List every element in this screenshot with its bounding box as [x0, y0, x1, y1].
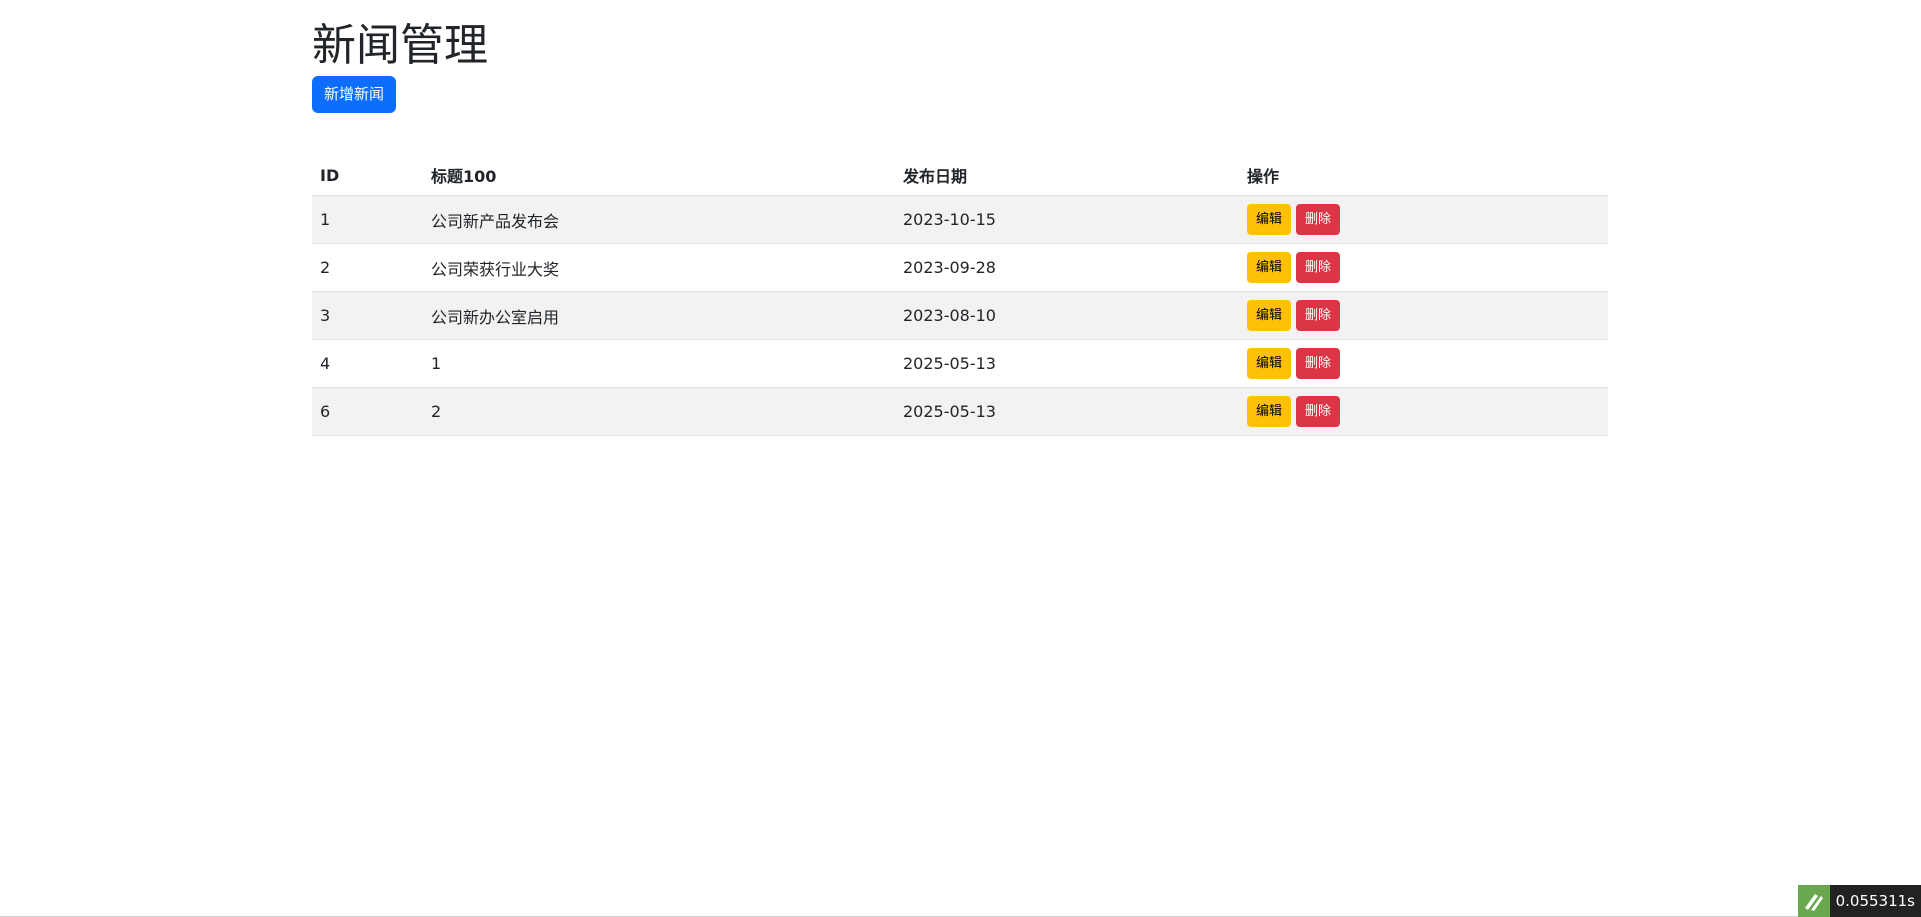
- add-news-button[interactable]: 新增新闻: [312, 76, 397, 113]
- delete-button[interactable]: 删除: [1296, 396, 1341, 427]
- edit-button[interactable]: 编辑: [1247, 204, 1292, 235]
- edit-button[interactable]: 编辑: [1247, 300, 1292, 331]
- cell-title: 2: [423, 387, 895, 436]
- table-header-row: ID 标题100 发布日期 操作: [312, 155, 1608, 196]
- table-row: 3 公司新办公室启用 2023-08-10 编辑 删除: [312, 291, 1608, 340]
- main-container: 新闻管理 新增新闻 ID 标题100 发布日期 操作 1 公司新产品发布会 20…: [312, 20, 1608, 436]
- cell-date: 2023-09-28: [895, 243, 1239, 292]
- page: 新闻管理 新增新闻 ID 标题100 发布日期 操作 1 公司新产品发布会 20…: [0, 0, 1921, 917]
- debug-runtime[interactable]: 0.055311s: [1829, 885, 1921, 917]
- cell-title: 公司新产品发布会: [423, 195, 895, 244]
- cell-actions: 编辑 删除: [1239, 339, 1608, 388]
- delete-button[interactable]: 删除: [1296, 204, 1341, 235]
- thinkphp-logo-icon[interactable]: [1797, 885, 1830, 917]
- delete-button[interactable]: 删除: [1296, 348, 1341, 379]
- edit-button[interactable]: 编辑: [1247, 252, 1292, 283]
- header-actions: 操作: [1239, 155, 1608, 196]
- news-table: ID 标题100 发布日期 操作 1 公司新产品发布会 2023-10-15 编…: [312, 155, 1608, 436]
- cell-id: 4: [312, 339, 423, 388]
- cell-title: 公司荣获行业大奖: [423, 243, 895, 292]
- delete-button[interactable]: 删除: [1296, 252, 1341, 283]
- header-title: 标题100: [423, 155, 895, 196]
- page-title: 新闻管理: [312, 20, 488, 71]
- table-row: 2 公司荣获行业大奖 2023-09-28 编辑 删除: [312, 243, 1608, 292]
- table-row: 4 1 2025-05-13 编辑 删除: [312, 339, 1608, 388]
- cell-actions: 编辑 删除: [1239, 243, 1608, 292]
- cell-actions: 编辑 删除: [1239, 387, 1608, 436]
- cell-date: 2023-08-10: [895, 291, 1239, 340]
- delete-button[interactable]: 删除: [1296, 300, 1341, 331]
- cell-date: 2025-05-13: [895, 387, 1239, 436]
- cell-id: 2: [312, 243, 423, 292]
- cell-title: 公司新办公室启用: [423, 291, 895, 340]
- cell-id: 6: [312, 387, 423, 436]
- cell-id: 3: [312, 291, 423, 340]
- cell-date: 2025-05-13: [895, 339, 1239, 388]
- cell-title: 1: [423, 339, 895, 388]
- edit-button[interactable]: 编辑: [1247, 396, 1292, 427]
- cell-actions: 编辑 删除: [1239, 195, 1608, 244]
- debug-trace-bar[interactable]: 0.055311s: [1797, 885, 1921, 917]
- table-row: 1 公司新产品发布会 2023-10-15 编辑 删除: [312, 195, 1608, 244]
- edit-button[interactable]: 编辑: [1247, 348, 1292, 379]
- cell-date: 2023-10-15: [895, 195, 1239, 244]
- table-row: 6 2 2025-05-13 编辑 删除: [312, 387, 1608, 436]
- header-id: ID: [312, 155, 423, 196]
- cell-id: 1: [312, 195, 423, 244]
- cell-actions: 编辑 删除: [1239, 291, 1608, 340]
- header-date: 发布日期: [895, 155, 1239, 196]
